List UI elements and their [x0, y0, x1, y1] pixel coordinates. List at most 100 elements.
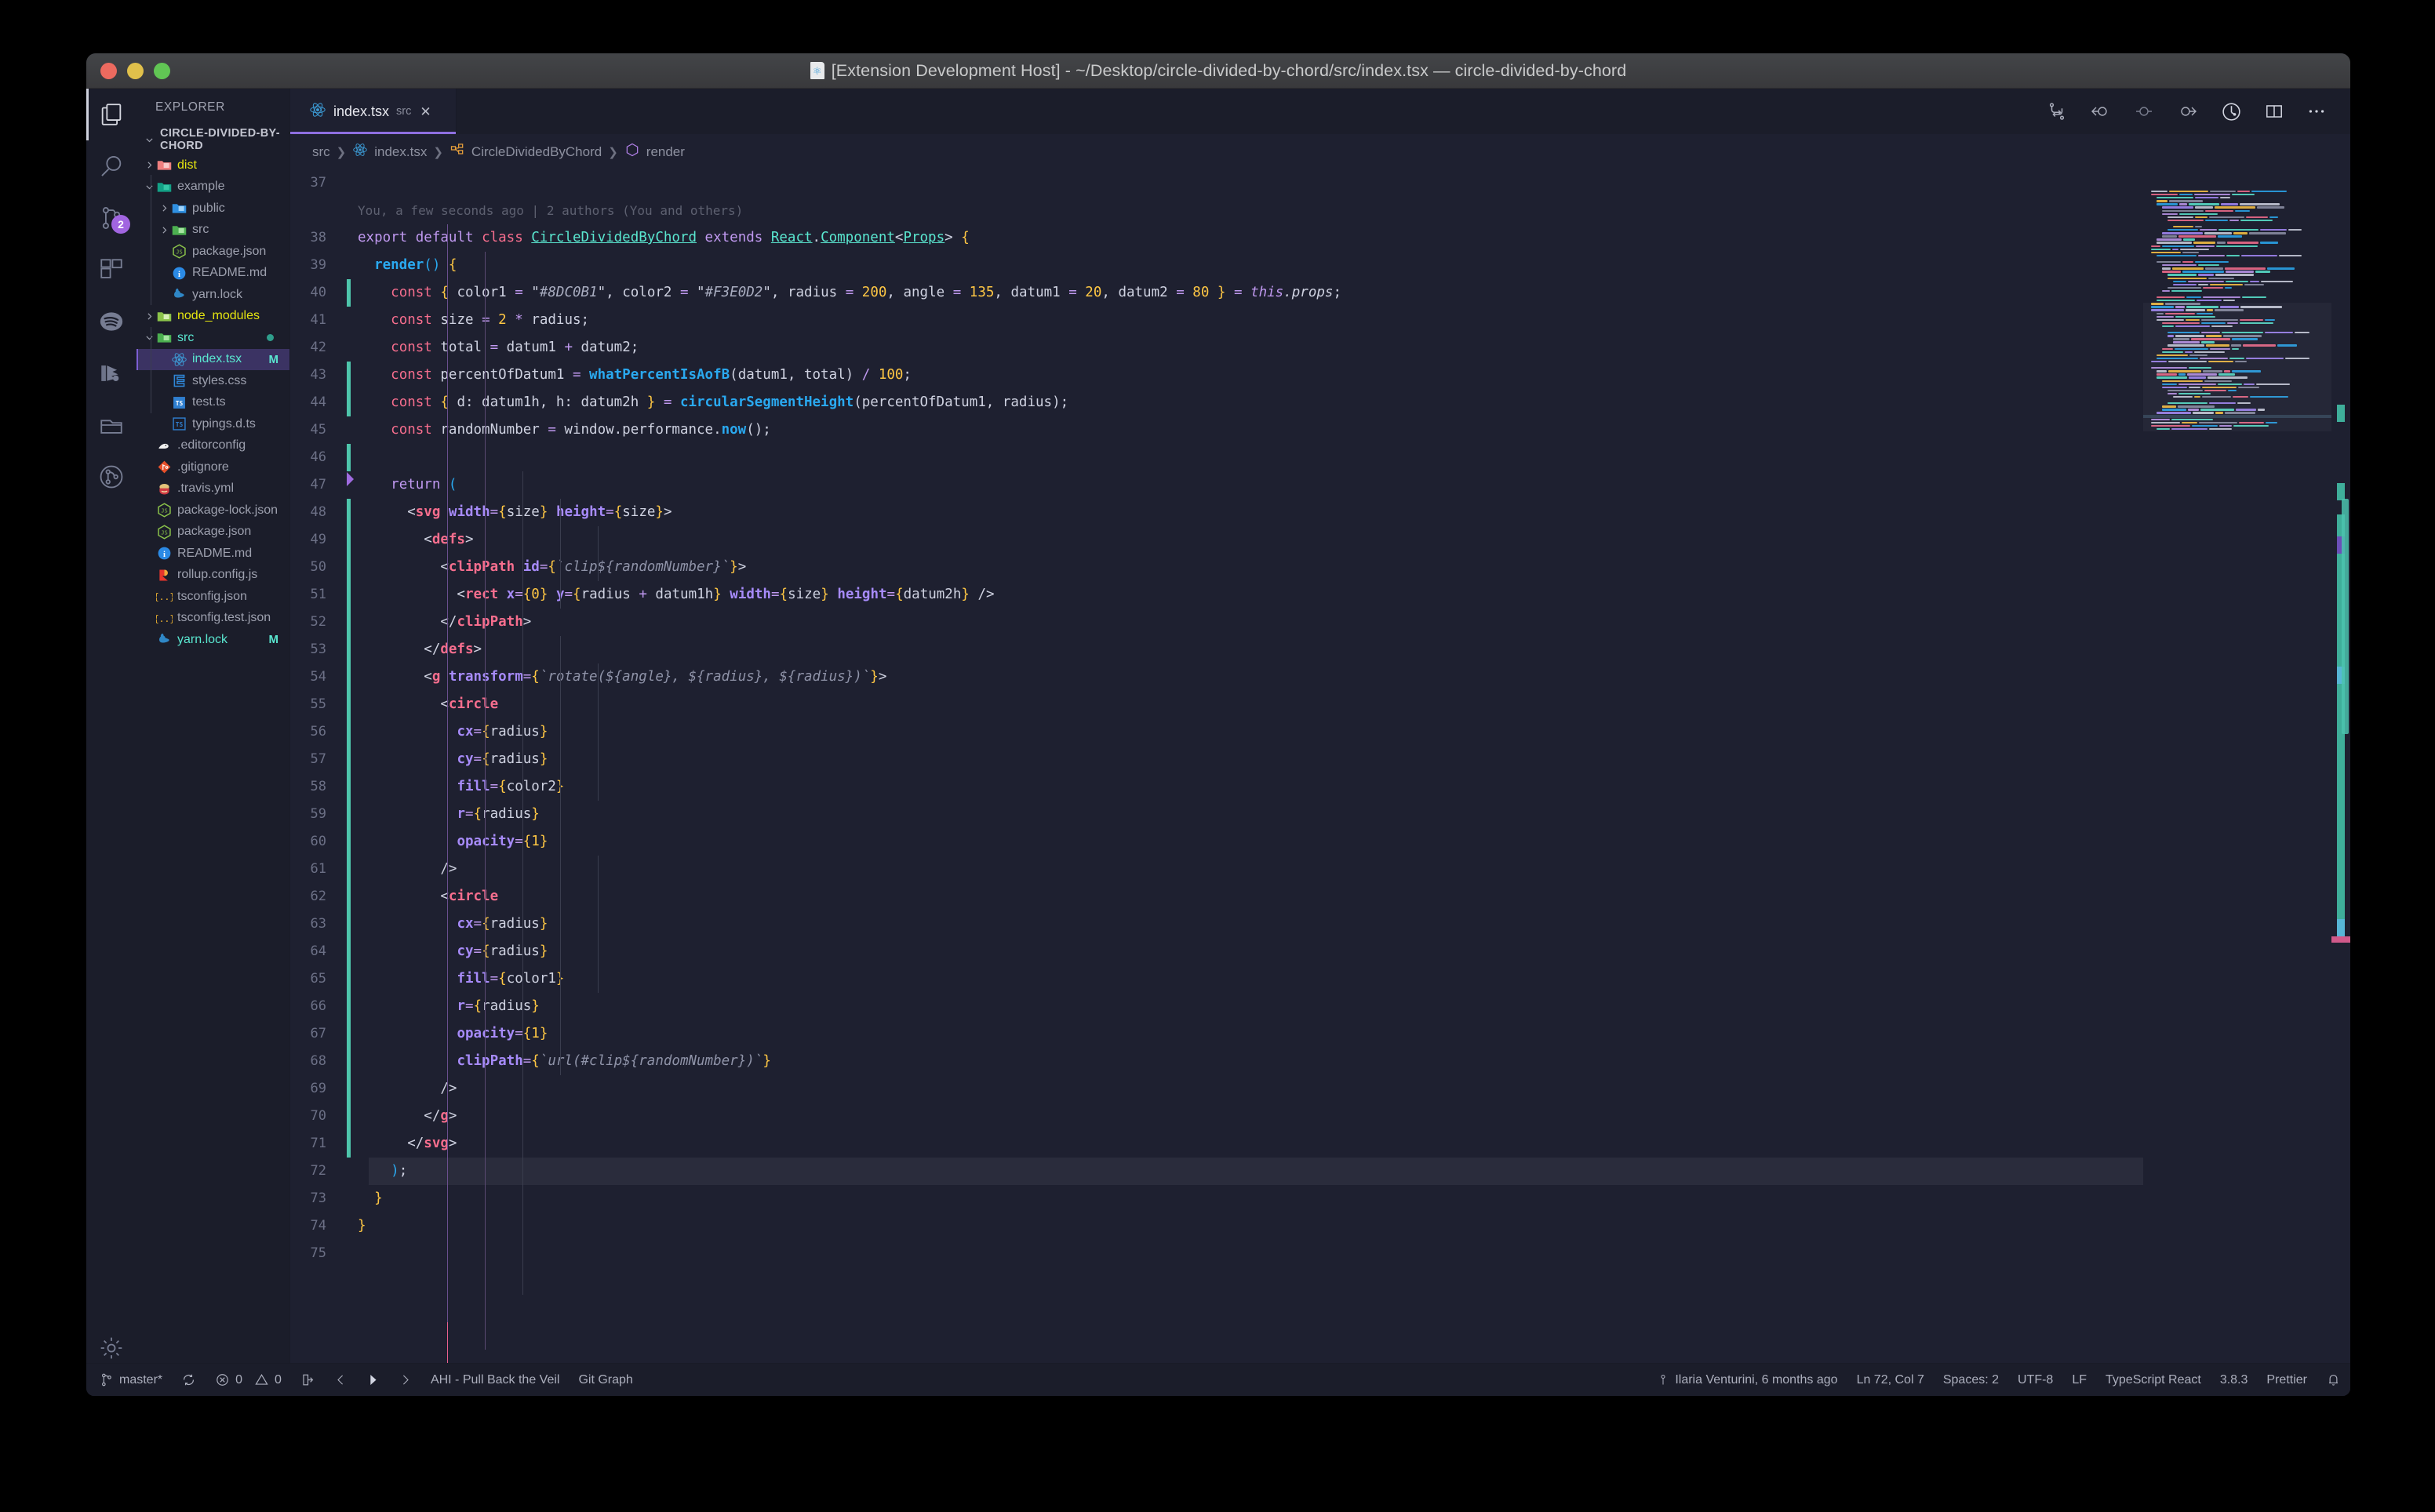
code-line-62[interactable]: 62 <circle [290, 883, 2143, 910]
explorer-root-section[interactable]: CIRCLE-DIVIDED-BY-CHORD [136, 126, 289, 153]
breadcrumb[interactable]: src❯index.tsx❯CircleDividedByChord❯rende… [290, 134, 2350, 169]
code-line-67[interactable]: 67 opacity={1} [290, 1020, 2143, 1048]
breadcrumb-item-index-tsx[interactable]: index.tsx [352, 142, 427, 162]
activitybar-item-spotify[interactable] [86, 296, 136, 347]
tree-file-gitignore[interactable]: .gitignore [136, 456, 289, 478]
timeline-icon[interactable] [2221, 101, 2242, 122]
maximize-window-button[interactable] [154, 63, 170, 79]
code-line-73[interactable]: 73 } [290, 1185, 2143, 1212]
code-line-45[interactable]: 45 const randomNumber = window.performan… [290, 416, 2143, 444]
code-line-57[interactable]: 57 cy={radius} [290, 746, 2143, 773]
code-line-37[interactable]: 37 [290, 169, 2143, 197]
code-line-55[interactable]: 55 <circle [290, 691, 2143, 718]
code-line-56[interactable]: 56 cx={radius} [290, 718, 2143, 746]
activitybar-item-git-graph[interactable] [86, 451, 136, 503]
next-change-icon[interactable] [2177, 101, 2199, 122]
previous-change-icon[interactable] [2089, 101, 2111, 122]
split-editor-icon[interactable] [2264, 101, 2284, 122]
activitybar-item-search[interactable] [86, 140, 136, 192]
tree-folder-public[interactable]: public [136, 198, 289, 220]
code-line-38[interactable]: 38export default class CircleDividedByCh… [290, 224, 2143, 252]
code-line-39[interactable]: 39 render() { [290, 252, 2143, 279]
code-line-49[interactable]: 49 <defs> [290, 526, 2143, 554]
code-line-66[interactable]: 66 r={radius} [290, 993, 2143, 1020]
editor-scrollbar-thumb[interactable] [2342, 499, 2349, 734]
tab-index-tsx[interactable]: index.tsx src ✕ [290, 89, 457, 134]
code-line-50[interactable]: 50 <clipPath id={`clip${randomNumber}`}> [290, 554, 2143, 581]
tree-file-index-tsx[interactable]: index.tsxM [136, 349, 289, 371]
tree-file-test-ts[interactable]: TStest.ts [136, 392, 289, 414]
status-play[interactable] [357, 1364, 389, 1397]
code-line-59[interactable]: 59 r={radius} [290, 801, 2143, 828]
status-cursor-position[interactable]: Ln 72, Col 7 [1847, 1364, 1934, 1397]
tree-file-yarn-lock[interactable]: yarn.lock [136, 284, 289, 306]
minimap-slider[interactable] [2143, 303, 2331, 431]
tree-folder-node-modules[interactable]: node_modules [136, 306, 289, 328]
status-language-mode[interactable]: TypeScript React [2096, 1364, 2211, 1397]
tree-file-travis-yml[interactable]: .travis.yml [136, 478, 289, 500]
code-line-60[interactable]: 60 opacity={1} [290, 828, 2143, 856]
code-line-75[interactable]: 75 [290, 1240, 2143, 1267]
status-spotify-track[interactable]: AHI - Pull Back the Veil [421, 1364, 570, 1397]
status-notifications[interactable] [2317, 1364, 2350, 1397]
tree-folder-src[interactable]: src [136, 327, 289, 349]
code-line-43[interactable]: 43 const percentOfDatum1 = whatPercentIs… [290, 362, 2143, 389]
tree-file-rollup-config-js[interactable]: rollup.config.js [136, 565, 289, 587]
code-line-71[interactable]: 71 </svg> [290, 1130, 2143, 1158]
code-line-64[interactable]: 64 cy={radius} [290, 938, 2143, 965]
code-line-72[interactable]: 72 );Ilaria Venturini, 6 months ago • Cr… [290, 1158, 2143, 1185]
tree-file-typings-d-ts[interactable]: TStypings.d.ts [136, 413, 289, 435]
activitybar-item-remote-explorer[interactable] [86, 399, 136, 451]
code-line-42[interactable]: 42 const total = datum1 + datum2; [290, 334, 2143, 362]
status-nav-back[interactable] [325, 1364, 357, 1397]
code-line-41[interactable]: 41 const size = 2 * radius; [290, 307, 2143, 334]
tree-file-tsconfig-json[interactable]: {..}tsconfig.json [136, 586, 289, 608]
minimap[interactable] [2143, 169, 2331, 1396]
status-port-forward[interactable] [291, 1364, 325, 1397]
breadcrumb-item-render[interactable]: render [624, 142, 685, 162]
activitybar-item-source-control[interactable]: 2 [86, 192, 136, 244]
code-line-68[interactable]: 68 clipPath={`url(#clip${randomNumber})`… [290, 1048, 2143, 1075]
code-scroll-area[interactable]: 37You, a few seconds ago | 2 authors (Yo… [290, 169, 2143, 1396]
code-content[interactable]: 37You, a few seconds ago | 2 authors (Yo… [290, 169, 2143, 1267]
status-problems[interactable]: 0 0 [206, 1364, 291, 1397]
close-icon[interactable]: ✕ [420, 105, 431, 118]
code-line-48[interactable]: 48 <svg width={size} height={size}> [290, 499, 2143, 526]
code-line-44[interactable]: 44 const { d: datum1h, h: datum2h } = ci… [290, 389, 2143, 416]
compare-changes-icon[interactable] [2047, 101, 2067, 122]
code-line-70[interactable]: 70 </g> [290, 1103, 2143, 1130]
window-controls[interactable] [100, 63, 170, 79]
status-sync[interactable] [172, 1364, 206, 1397]
code-line-53[interactable]: 53 </defs> [290, 636, 2143, 663]
code-line-61[interactable]: 61 /> [290, 856, 2143, 883]
activitybar-item-live-share[interactable] [86, 347, 136, 399]
code-line-63[interactable]: 63 cx={radius} [290, 910, 2143, 938]
status-eol[interactable]: LF [2062, 1364, 2096, 1397]
tree-folder-dist[interactable]: dist [136, 154, 289, 176]
code-line-69[interactable]: 69 /> [290, 1075, 2143, 1103]
code-line-52[interactable]: 52 </clipPath> [290, 609, 2143, 636]
code-line-65[interactable]: 65 fill={color1} [290, 965, 2143, 993]
tree-folder-src[interactable]: src [136, 220, 289, 242]
status-git-blame[interactable]: Ilaria Venturini, 6 months ago [1647, 1364, 1847, 1397]
current-change-icon[interactable] [2133, 101, 2155, 122]
status-formatter[interactable]: Prettier [2257, 1364, 2317, 1397]
status-typescript-version[interactable]: 3.8.3 [2211, 1364, 2258, 1397]
tree-file-package-json[interactable]: JSpackage.json [136, 241, 289, 263]
tree-file-package-json[interactable]: JSpackage.json [136, 522, 289, 543]
code-line-51[interactable]: 51 <rect x={0} y={radius + datum1h} widt… [290, 581, 2143, 609]
code-line-74[interactable]: 74} [290, 1212, 2143, 1240]
code-line-58[interactable]: 58 fill={color2} [290, 773, 2143, 801]
tree-file-styles-css[interactable]: styles.css [136, 370, 289, 392]
code-line-54[interactable]: 54 <g transform={`rotate(${angle}, ${rad… [290, 663, 2143, 691]
tree-file-package-lock-json[interactable]: JSpackage-lock.json [136, 500, 289, 522]
minimize-window-button[interactable] [127, 63, 144, 79]
file-tree[interactable]: distexamplepublicsrcJSpackage.jsoniREADM… [136, 153, 289, 1363]
breadcrumb-item-src[interactable]: src [312, 144, 330, 160]
tree-file-editorconfig[interactable]: .editorconfig [136, 435, 289, 457]
code-line-40[interactable]: 40 const { color1 = "#8DC0B1", color2 = … [290, 279, 2143, 307]
activitybar-item-explorer[interactable] [86, 89, 136, 140]
tree-file-readme-md[interactable]: iREADME.md [136, 543, 289, 565]
status-git-graph[interactable]: Git Graph [569, 1364, 642, 1397]
overview-ruler[interactable] [2331, 169, 2350, 1396]
